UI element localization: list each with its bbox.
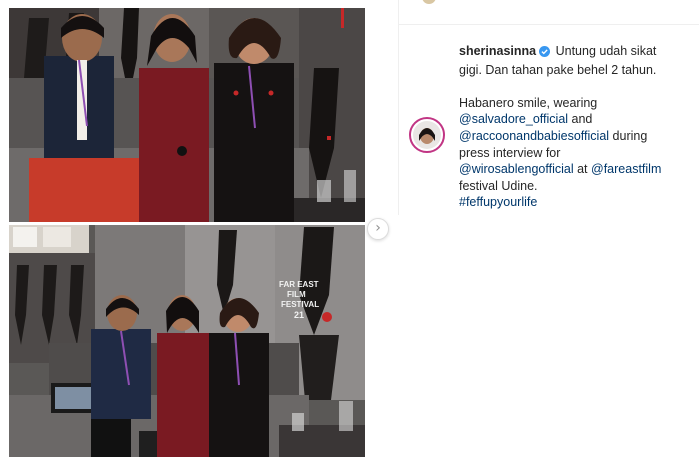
caption-body: Habanero smile, wearing @salvadore_offic… (459, 95, 674, 211)
header-avatar[interactable] (422, 0, 436, 4)
mention-salvadore[interactable]: @salvadore_official (459, 112, 568, 126)
poster-text-number: 21 (294, 310, 304, 320)
mention-raccoon[interactable]: @raccoonandbabiesofficial (459, 129, 609, 143)
mention-wiro[interactable]: @wirosablengofficial (459, 162, 574, 176)
author-avatar[interactable] (409, 117, 445, 153)
caption-text: press interview for (459, 145, 561, 160)
post-photo-bottom[interactable]: FAR EAST FILM FESTIVAL 21 (9, 225, 365, 457)
caption-text: Habanero smile, wearing (459, 95, 598, 110)
verified-badge-icon (539, 45, 551, 62)
caption-text: festival Udine. (459, 178, 538, 193)
poster-text-far-east: FAR EAST (279, 280, 319, 289)
header-divider (399, 24, 699, 25)
mention-fareast[interactable]: @fareastfilm (591, 162, 661, 176)
author-username[interactable]: sherinasinna (459, 44, 536, 58)
post-caption: sherinasinna Untung udah sikat gigi. Dan… (459, 43, 674, 211)
chevron-right-icon: › (375, 220, 381, 236)
caption-text: and (571, 112, 593, 127)
caption-text: during (612, 128, 648, 143)
poster-text-festival: FESTIVAL (281, 300, 319, 309)
panel-divider (398, 0, 399, 215)
avatar-image (413, 121, 441, 149)
photo-top-scene (9, 8, 365, 222)
caption-intro: sherinasinna Untung udah sikat gigi. Dan… (459, 43, 674, 78)
poster-text-film: FILM (287, 290, 306, 299)
caption-text: at (577, 162, 588, 177)
photo-bottom-scene: FAR EAST FILM FESTIVAL 21 (9, 225, 365, 457)
hashtag-link[interactable]: #feffupyourlife (459, 195, 537, 209)
post-photo-top[interactable] (9, 8, 365, 222)
next-photo-button[interactable]: › (367, 218, 389, 240)
